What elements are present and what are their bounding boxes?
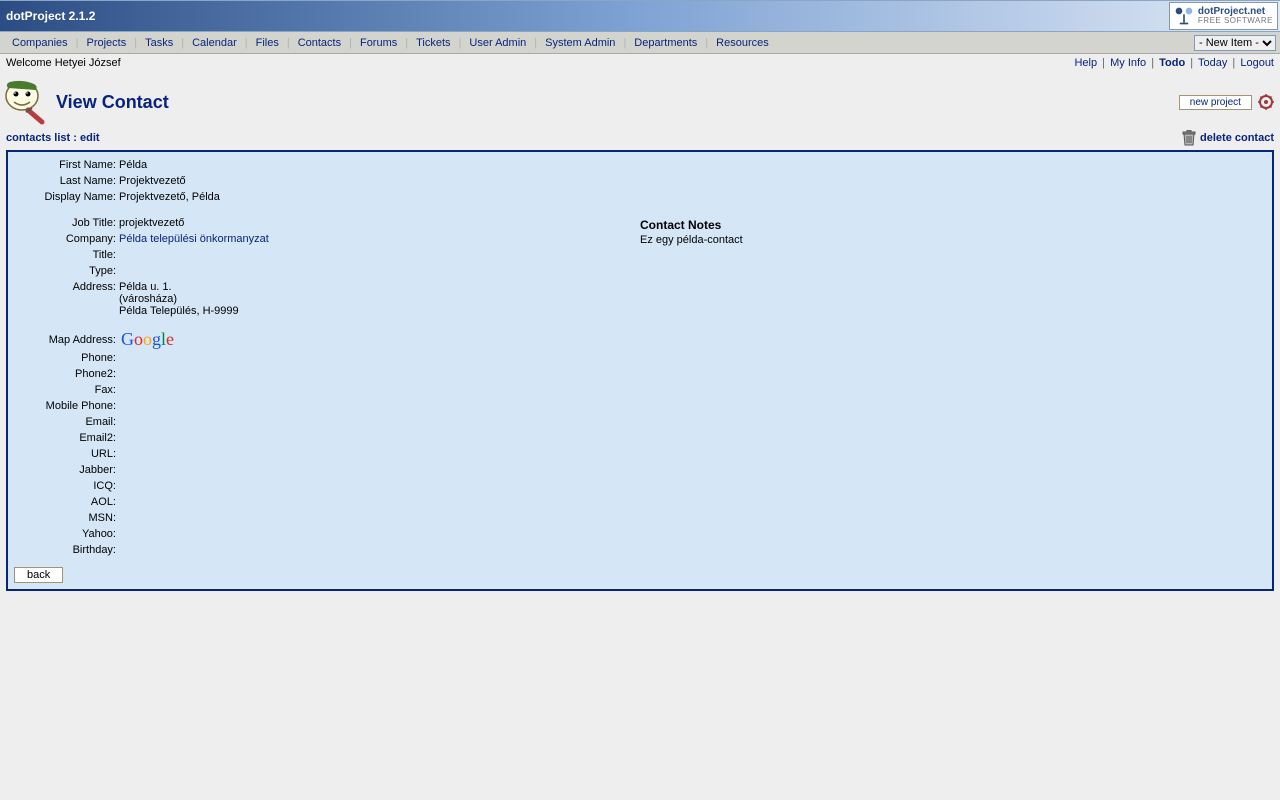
link-logout[interactable]: Logout <box>1240 57 1274 69</box>
app-title: dotProject 2.1.2 <box>2 9 95 23</box>
crumb-edit[interactable]: edit <box>80 132 100 144</box>
label-jabber: Jabber: <box>14 464 119 478</box>
nav-contacts[interactable]: Contacts <box>290 37 349 49</box>
nav-files[interactable]: Files <box>248 37 287 49</box>
utility-links: Help | My Info | Todo | Today | Logout <box>1074 57 1274 69</box>
welcome-text: Welcome Hetyei József <box>6 57 121 69</box>
contact-notes-title: Contact Notes <box>640 218 1266 232</box>
logo-line2: FREE SOFTWARE <box>1198 17 1273 25</box>
label-type: Type: <box>14 265 119 279</box>
nav-forums[interactable]: Forums <box>352 37 405 49</box>
value-address: Példa u. 1.(városháza)Példa Település, H… <box>119 281 239 317</box>
details-left-col: First Name:Példa Last Name:Projektvezető… <box>14 158 640 559</box>
breadcrumb: contacts list : edit <box>6 132 100 144</box>
contact-face-icon <box>2 78 50 126</box>
nav-system-admin[interactable]: System Admin <box>537 37 623 49</box>
label-job-title: Job Title: <box>14 217 119 231</box>
label-phone2: Phone2: <box>14 368 119 382</box>
contact-detail-box: First Name:Példa Last Name:Projektvezető… <box>6 150 1274 591</box>
nav-tasks[interactable]: Tasks <box>137 37 181 49</box>
label-display-name: Display Name: <box>14 191 119 205</box>
label-phone: Phone: <box>14 352 119 366</box>
dotproject-logo-icon <box>1174 6 1194 26</box>
app-header: dotProject 2.1.2 dotProject.net FREE SOF… <box>0 0 1280 32</box>
value-last-name: Projektvezető <box>119 175 186 189</box>
label-fax: Fax: <box>14 384 119 398</box>
link-my-info[interactable]: My Info <box>1110 57 1146 69</box>
trash-icon <box>1182 130 1196 146</box>
details-right-col: Contact Notes Ez egy példa-contact <box>640 158 1266 559</box>
nav-departments[interactable]: Departments <box>626 37 705 49</box>
label-yahoo: Yahoo: <box>14 528 119 542</box>
new-item-dropdown[interactable]: - New Item - <box>1194 35 1276 51</box>
nav-tickets[interactable]: Tickets <box>408 37 458 49</box>
nav-projects[interactable]: Projects <box>79 37 135 49</box>
label-first-name: First Name: <box>14 159 119 173</box>
label-title: Title: <box>14 249 119 263</box>
gear-icon[interactable] <box>1258 94 1274 110</box>
back-button[interactable]: back <box>14 567 63 583</box>
label-aol: AOL: <box>14 496 119 510</box>
nav-companies[interactable]: Companies <box>4 37 76 49</box>
title-actions: new project <box>1179 94 1274 110</box>
crumb-row: contacts list : edit delete contact <box>0 128 1280 148</box>
label-icq: ICQ: <box>14 480 119 494</box>
contact-notes-body: Ez egy példa-contact <box>640 234 1266 246</box>
label-company: Company: <box>14 233 119 247</box>
logo-box[interactable]: dotProject.net FREE SOFTWARE <box>1169 2 1278 30</box>
new-item-dropdown-wrap: - New Item - <box>1194 35 1276 51</box>
label-email: Email: <box>14 416 119 430</box>
google-maps-link[interactable]: Google <box>119 329 174 350</box>
new-project-button[interactable]: new project <box>1179 95 1252 110</box>
value-job-title: projektvezető <box>119 217 184 231</box>
label-msn: MSN: <box>14 512 119 526</box>
value-company[interactable]: Példa települési önkormanyzat <box>119 233 269 245</box>
label-map-address: Map Address: <box>14 334 119 346</box>
value-first-name: Példa <box>119 159 147 173</box>
page-title-row: View Contact new project <box>0 76 1280 128</box>
label-email2: Email2: <box>14 432 119 446</box>
nav-bar: Companies| Projects| Tasks| Calendar| Fi… <box>0 32 1280 54</box>
label-url: URL: <box>14 448 119 462</box>
link-help[interactable]: Help <box>1074 57 1097 69</box>
nav-user-admin[interactable]: User Admin <box>461 37 534 49</box>
nav-links: Companies| Projects| Tasks| Calendar| Fi… <box>4 37 777 49</box>
label-address: Address: <box>14 281 119 317</box>
page-title: View Contact <box>56 92 169 113</box>
crumb-contacts-list[interactable]: contacts list <box>6 132 70 144</box>
link-todo[interactable]: Todo <box>1159 57 1185 69</box>
utility-bar: Welcome Hetyei József Help | My Info | T… <box>0 54 1280 72</box>
nav-resources[interactable]: Resources <box>708 37 777 49</box>
nav-calendar[interactable]: Calendar <box>184 37 245 49</box>
delete-contact-link[interactable]: delete contact <box>1182 130 1274 146</box>
label-last-name: Last Name: <box>14 175 119 189</box>
delete-contact-text[interactable]: delete contact <box>1200 132 1274 144</box>
link-today[interactable]: Today <box>1198 57 1227 69</box>
value-display-name: Projektvezető, Példa <box>119 191 220 205</box>
label-mobile: Mobile Phone: <box>14 400 119 414</box>
label-birthday: Birthday: <box>14 544 119 558</box>
